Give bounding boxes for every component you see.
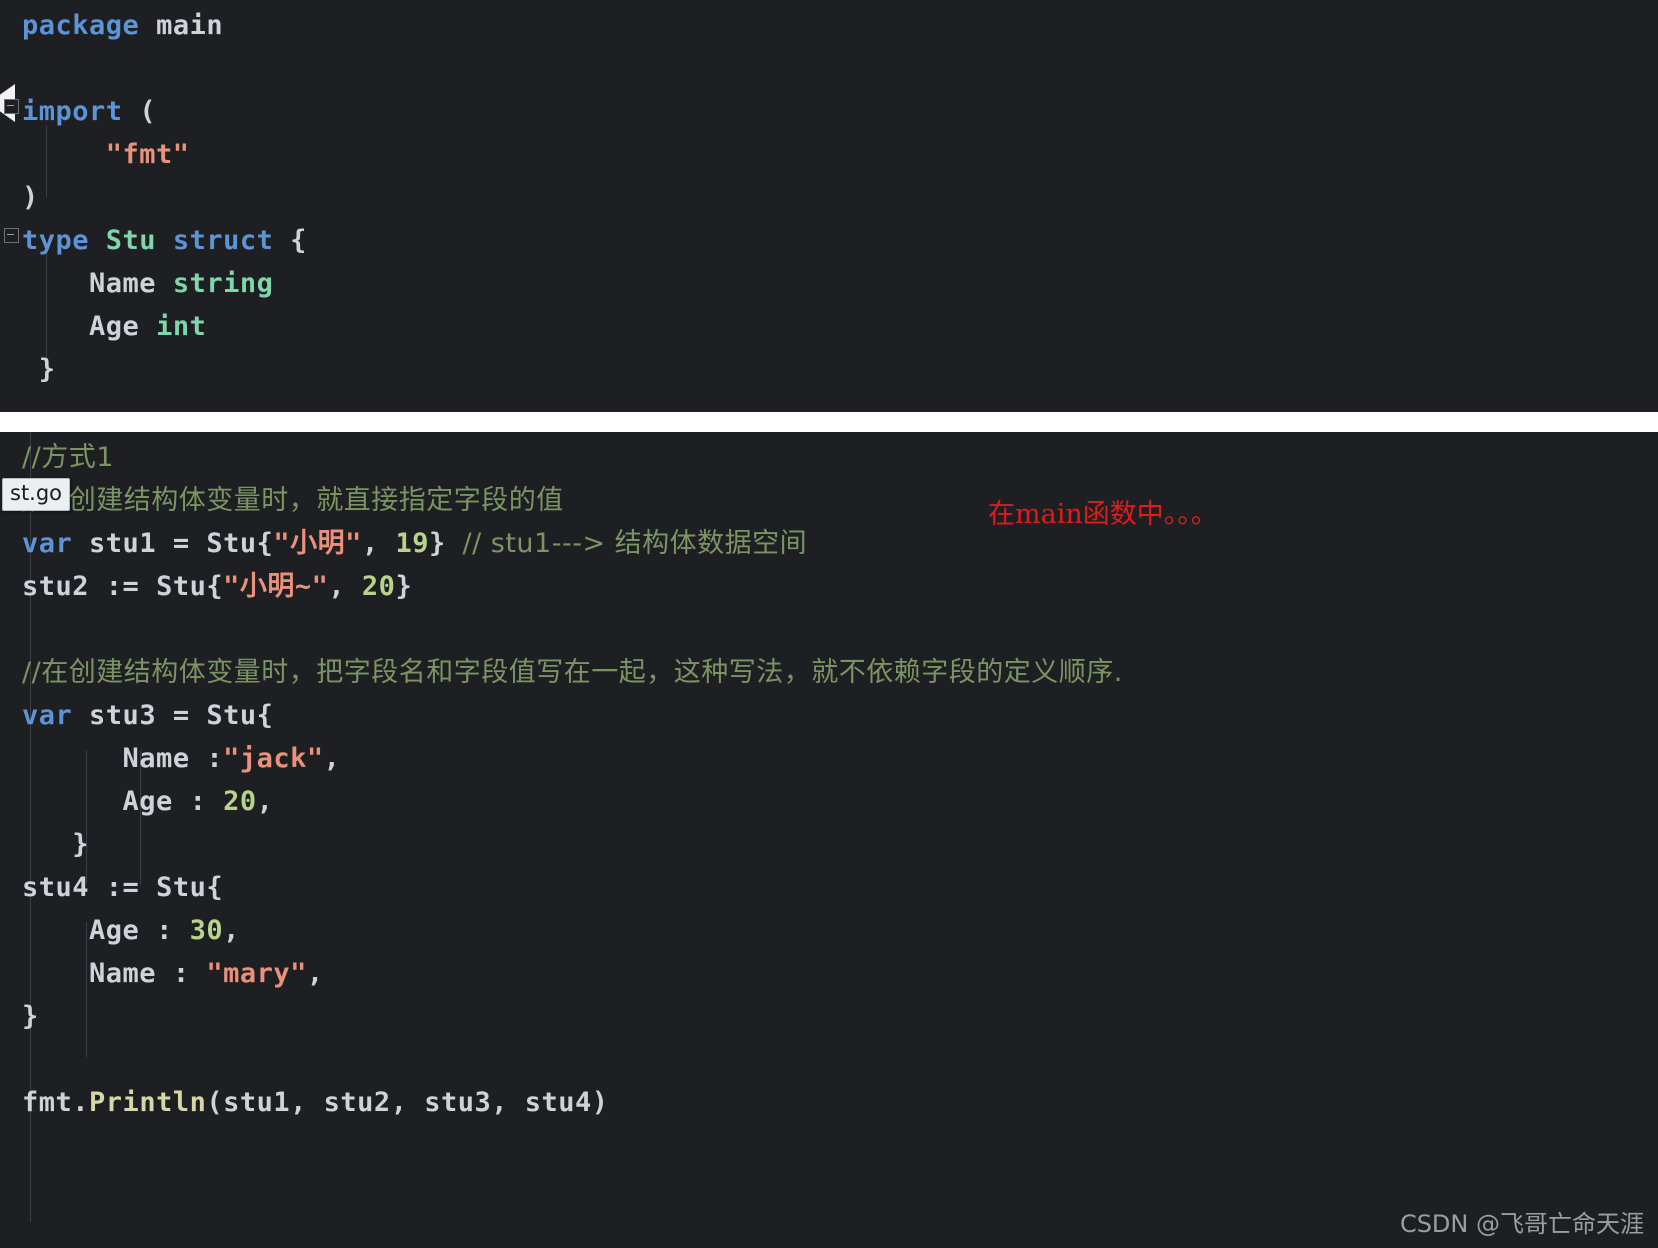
token-paren-close: ) xyxy=(22,182,39,213)
screenshot-root: package main import ( "fmt" ) type Stu s… xyxy=(0,0,1658,1248)
token-brace-close: } xyxy=(22,1001,39,1032)
code-line: var stu3 = Stu{ xyxy=(22,700,274,731)
code-line: //在创建结构体变量时，把字段名和字段值写在一起，这种写法，就不依赖字段的定义顺… xyxy=(22,651,1658,694)
token-identifier-stu3: stu3 xyxy=(89,700,157,731)
file-tooltip-st-go: st.go xyxy=(2,478,71,511)
token-identifier-stu2: stu2 xyxy=(22,571,90,602)
token-field-name: Name xyxy=(89,958,157,989)
token-string-xiaoming-tilde: "小明~" xyxy=(223,571,329,602)
token-type-stu: Stu xyxy=(206,528,257,559)
code-line: stu4 := Stu{ xyxy=(22,872,224,903)
code-line: Name :"jack", xyxy=(122,743,341,774)
token-number-19: 19 xyxy=(395,528,429,559)
token-keyword-import: import xyxy=(22,96,123,127)
token-type-stu: Stu xyxy=(156,571,207,602)
code-line: type Stu struct { xyxy=(22,219,1658,262)
code-line: Name : "mary", xyxy=(89,958,324,989)
token-comment-named-fields: //在创建结构体变量时，把字段名和字段值写在一起，这种写法，就不依赖字段的定义顺… xyxy=(22,657,1123,688)
token-type-string: string xyxy=(172,268,274,299)
red-annotation-in-main-function: 在main函数中。。。 xyxy=(988,499,1218,530)
go-struct-initialization-panel: //方式1 //在创建结构体变量时，就直接指定字段的值 var stu1 = S… xyxy=(0,432,1658,1248)
token-package-fmt: fmt xyxy=(22,1087,73,1118)
token-field-age: Age xyxy=(122,786,173,817)
token-arg-stu3: stu3 xyxy=(424,1087,492,1118)
code-line: Age : 20, xyxy=(122,786,274,817)
token-colon-equals: := xyxy=(105,571,140,602)
code-line: //方式1 xyxy=(22,436,1658,479)
code-line: Age : 30, xyxy=(89,915,240,946)
token-brace-close: } xyxy=(38,354,56,385)
token-string-mary: "mary" xyxy=(206,958,307,989)
token-equals: = xyxy=(172,528,190,559)
code-line: import ( xyxy=(22,90,1658,133)
token-function-println: Println xyxy=(89,1087,207,1118)
token-string-xiaoming: "小明" xyxy=(273,528,362,559)
token-brace-open: { xyxy=(290,225,307,256)
token-arg-stu2: stu2 xyxy=(323,1087,391,1118)
token-keyword-type: type xyxy=(22,225,90,256)
code-line: stu2 := Stu{"小明~", 20} xyxy=(22,571,413,602)
code-line: "fmt" xyxy=(22,133,1658,176)
token-field-name: Name xyxy=(122,743,190,774)
token-string-jack: "jack" xyxy=(223,743,324,774)
code-line: Name string xyxy=(22,262,1658,305)
token-number-20: 20 xyxy=(223,786,257,817)
token-keyword-package: package xyxy=(22,10,140,41)
token-field-age: Age xyxy=(89,915,140,946)
token-number-20: 20 xyxy=(361,571,396,602)
token-comment-stu1-trailing: // stu1---> 结构体数据空间 xyxy=(462,528,808,559)
token-field-age: Age xyxy=(89,311,140,342)
token-identifier-stu4: stu4 xyxy=(22,872,90,903)
token-brace-close: } xyxy=(72,829,90,860)
code-line: package main xyxy=(22,4,1658,47)
code-line: Age int xyxy=(22,305,1658,348)
code-line: //在创建结构体变量时，就直接指定字段的值 xyxy=(22,479,1658,522)
go-struct-definition-panel: package main import ( "fmt" ) type Stu s… xyxy=(0,0,1658,412)
token-import-path-fmt: "fmt" xyxy=(105,139,190,170)
token-paren-open: ( xyxy=(139,96,157,127)
code-line: var stu1 = Stu{"小明", 19} // stu1---> 结构体… xyxy=(22,528,808,559)
code-line: } xyxy=(22,348,1658,391)
token-arg-stu1: stu1 xyxy=(223,1087,291,1118)
token-comment-way1: //方式1 xyxy=(22,442,114,473)
token-type-int: int xyxy=(156,311,207,342)
token-type-stu: Stu xyxy=(206,700,257,731)
token-comment-direct-assign: //在创建结构体变量时，就直接指定字段的值 xyxy=(22,485,564,516)
token-keyword-var: var xyxy=(22,700,73,731)
token-package-name: main xyxy=(156,10,224,41)
code-area-top[interactable]: package main import ( "fmt" ) type Stu s… xyxy=(0,0,1658,391)
token-field-name: Name xyxy=(89,268,157,299)
token-number-30: 30 xyxy=(189,915,224,946)
token-type-name-stu: Stu xyxy=(105,225,157,256)
token-keyword-struct: struct xyxy=(172,225,274,256)
token-identifier-stu1: stu1 xyxy=(89,528,157,559)
csdn-watermark: CSDN @飞哥亡命天涯 xyxy=(1399,1210,1644,1238)
code-line: } xyxy=(22,823,1658,866)
token-arg-stu4: stu4 xyxy=(524,1087,592,1118)
code-line: fmt.Println(stu1, stu2, stu3, stu4) xyxy=(22,1087,609,1118)
code-line: } xyxy=(22,995,1658,1038)
token-keyword-var: var xyxy=(22,528,73,559)
code-area-bottom[interactable]: //方式1 //在创建结构体变量时，就直接指定字段的值 var stu1 = S… xyxy=(0,432,1658,1124)
token-type-stu: Stu xyxy=(156,872,207,903)
code-line: ) xyxy=(22,176,1658,219)
